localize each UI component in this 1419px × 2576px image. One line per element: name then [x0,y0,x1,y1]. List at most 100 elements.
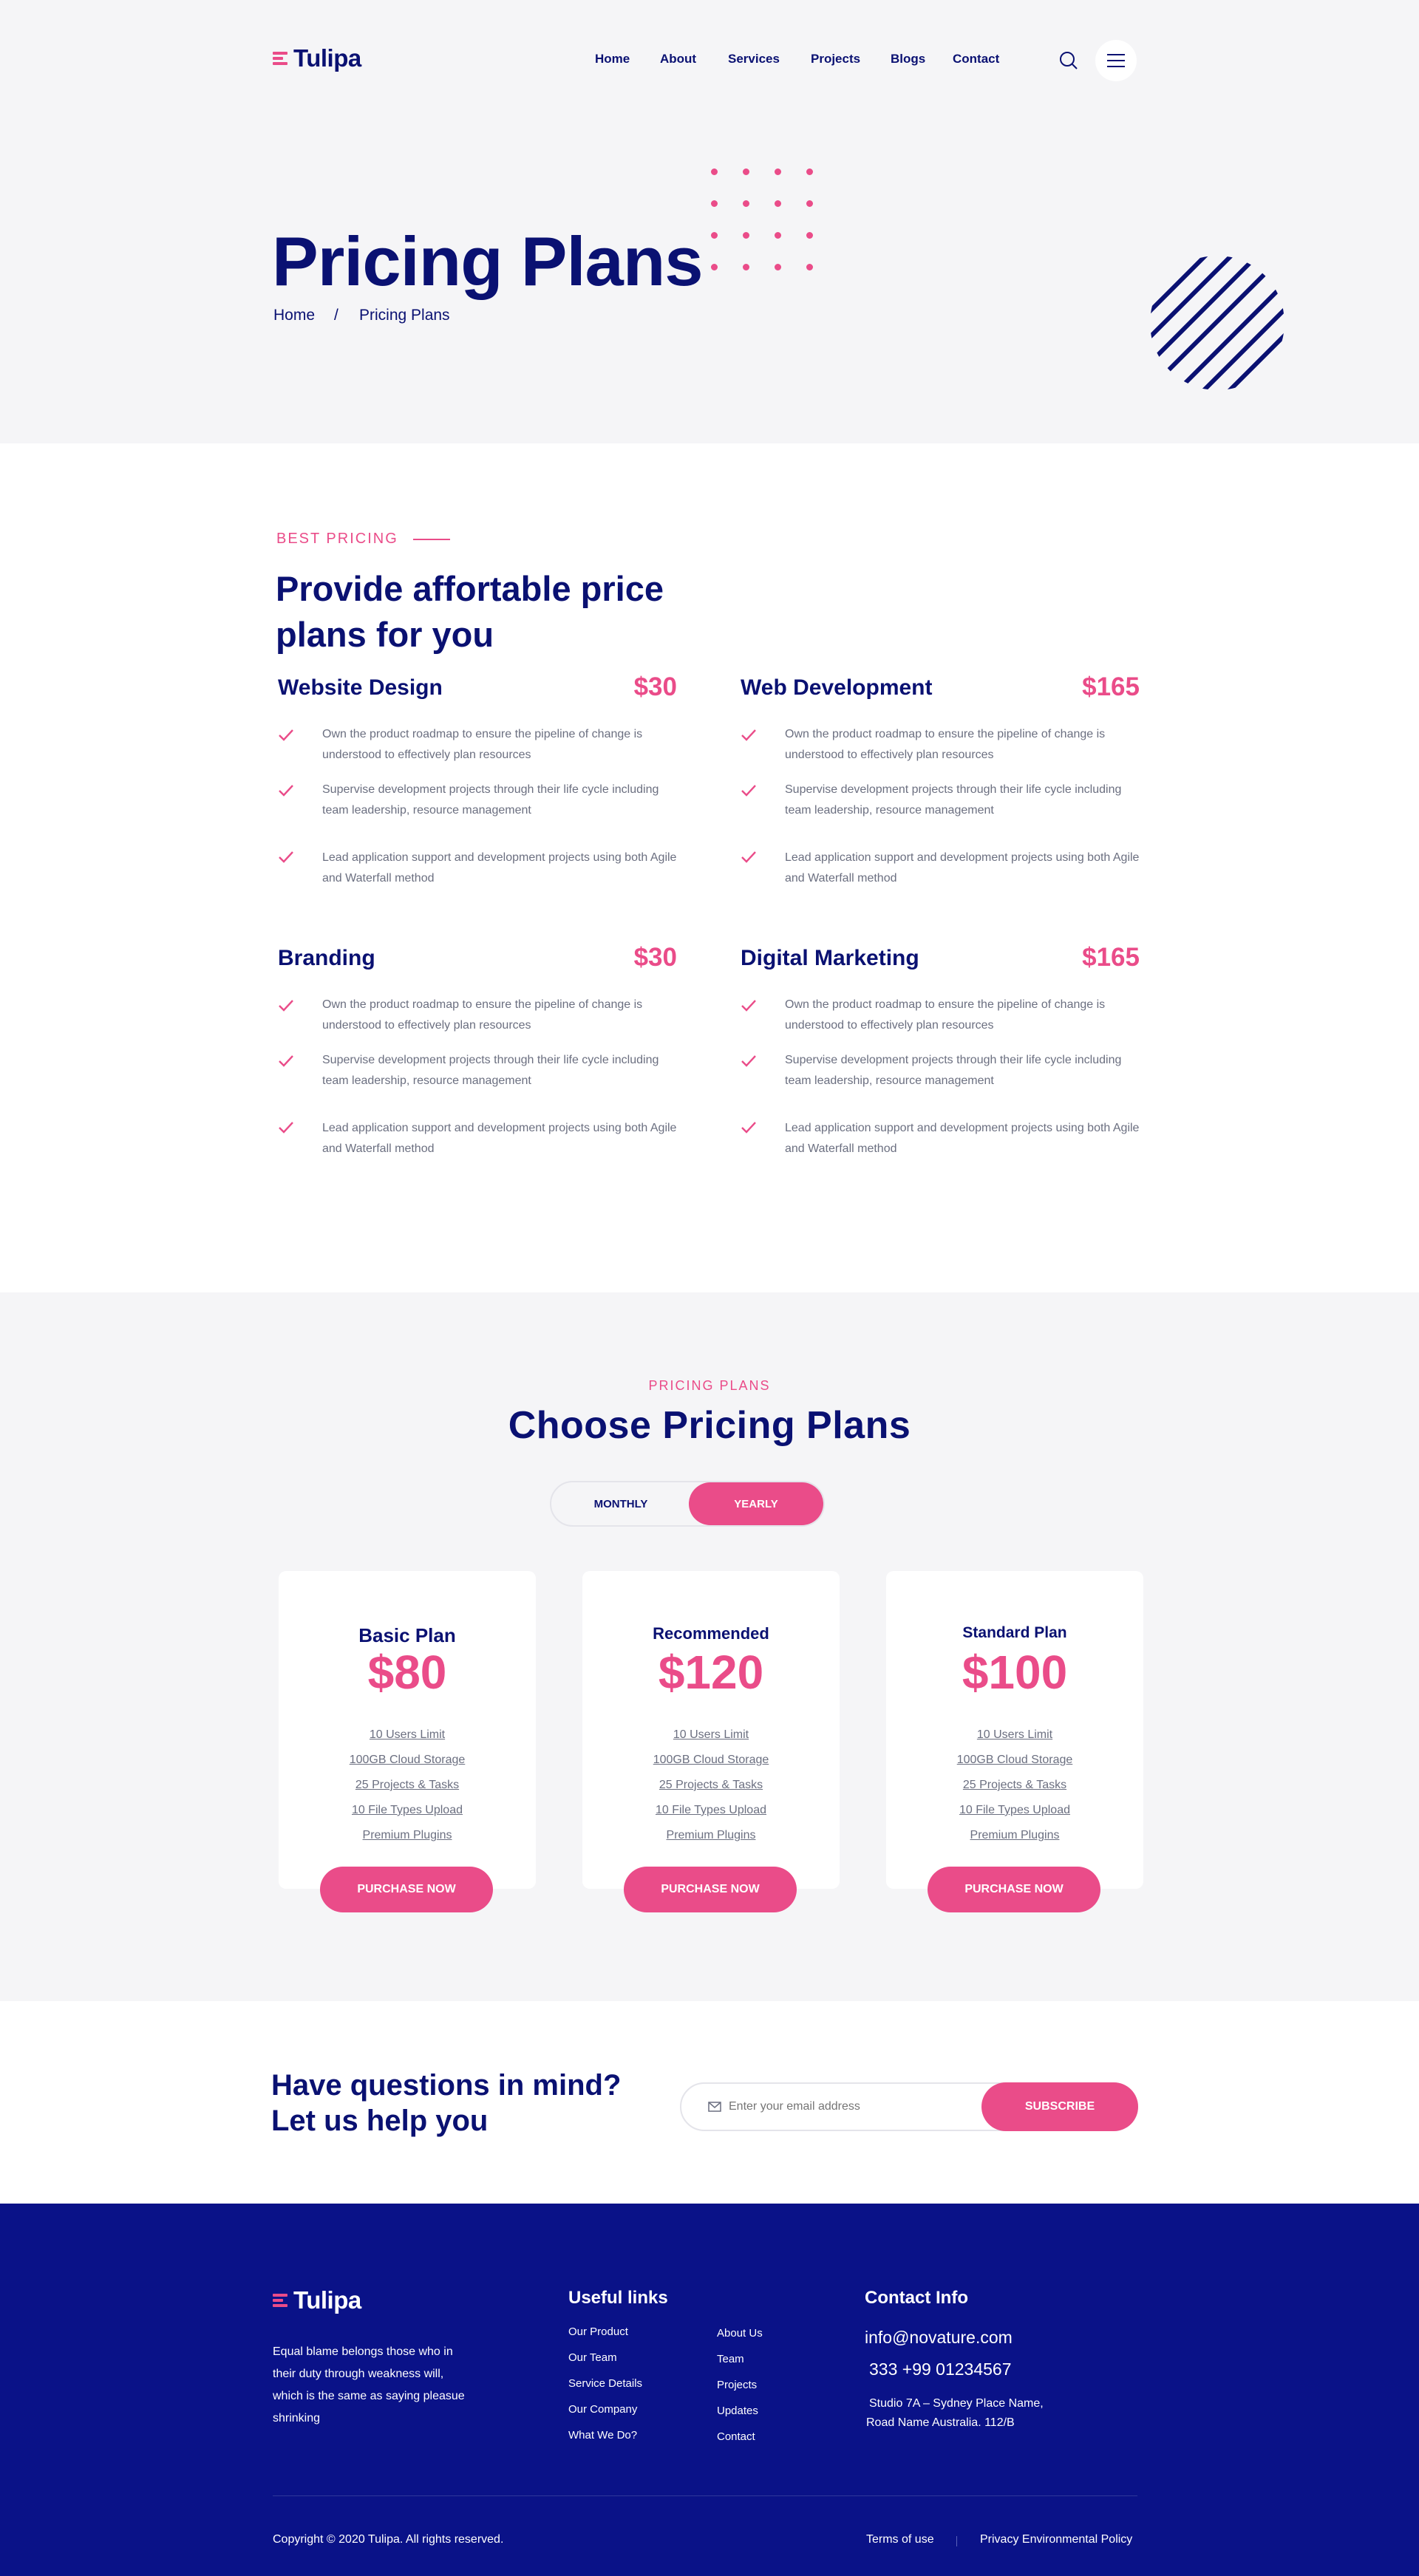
footer-link[interactable]: Contact [717,2430,763,2456]
pricing-plan-card: Recommended $120 10 Users Limit 100GB Cloud… [582,1571,840,1912]
footer-link[interactable]: Updates [717,2404,763,2430]
subscribe-button[interactable]: SUBSCRIBE [981,2082,1138,2131]
pricing-plan-card: Standard Plan $100 10 Users Limit 100GB Clo… [886,1571,1143,1912]
footer-link[interactable]: Our Product [568,2325,642,2351]
search-icon[interactable] [1058,50,1079,71]
nav-home[interactable]: Home [595,52,630,67]
plan-feature: Premium Plugins [666,1829,756,1841]
service-price: $165 [1082,943,1140,972]
striped-circle-decoration [1150,256,1284,390]
plan-feature: 10 File Types Upload [655,1804,766,1816]
plan-price: $120 [658,1646,764,1699]
footer: Tulipa Equal blame belongs those who in … [0,2204,1419,2576]
legal-divider [956,2536,957,2546]
service-price: $30 [633,943,677,972]
contact-phone[interactable]: 333 +99 01234567 [869,2359,1044,2379]
choose-plans-section: PRICING PLANS Choose Pricing Plans MONTH… [0,1292,1419,2001]
footer-about: Equal blame belongs those who in their d… [273,2345,465,2425]
purchase-now-button[interactable]: PURCHASE NOW [320,1867,493,1912]
check-icon [741,785,756,797]
decorative-dot [806,168,813,175]
footer-logo[interactable]: Tulipa [273,2286,361,2314]
service-pricing-card: Web Development $165 Own the product roadm… [741,672,1140,885]
decorative-dot [775,232,781,239]
decorative-dot [743,200,749,207]
service-feature-text: Own the product roadmap to ensure the pi… [785,998,1106,1032]
footer-link[interactable]: Our Company [568,2402,642,2428]
service-header: Web Development $165 [741,672,1140,702]
service-name: Website Design [278,675,443,700]
address-line2: Road Name Australia. 112/B [866,2416,1015,2429]
plan-feature: 10 Users Limit [673,1728,749,1741]
footer-link[interactable]: What We Do? [568,2428,642,2454]
nav-contact[interactable]: Contact [953,52,999,67]
newsletter-title-line1: Have questions in mind? [271,2069,622,2102]
terms-link[interactable]: Terms of use [866,2533,934,2546]
page-title: Pricing Plans [272,222,704,300]
plan-name: Recommended [653,1624,769,1643]
service-name: Web Development [741,675,933,700]
decorative-dot [743,168,749,175]
plan-feature: 25 Projects & Tasks [962,1779,1067,1791]
breadcrumb-home[interactable]: Home [273,307,315,324]
logo[interactable]: Tulipa [273,44,361,72]
service-pricing-card: Website Design $30 Own the product roadmap… [278,672,677,885]
nav-blogs[interactable]: Blogs [891,52,925,67]
plan-features: 10 Users Limit 100GB Cloud Storage 25 Proj… [886,1726,1143,1852]
footer-link[interactable]: Projects [717,2378,763,2404]
decorative-dot [775,200,781,207]
plan-feature: 10 Users Limit [976,1728,1053,1741]
check-icon [741,851,756,863]
toggle-yearly[interactable]: YEARLY [689,1482,823,1525]
service-feature-text: Lead application support and development… [785,851,1140,885]
choose-kicker: PRICING PLANS [648,1378,771,1393]
footer-link[interactable]: Service Details [568,2376,642,2402]
plan-features: 10 Users Limit 100GB Cloud Storage 25 Proj… [279,1726,536,1852]
nav-projects[interactable]: Projects [811,52,860,67]
menu-icon[interactable] [1095,40,1137,81]
service-feature-text: Lead application support and development… [785,1122,1140,1155]
check-icon [279,1000,293,1012]
service-feature-text: Own the product roadmap to ensure the pi… [322,998,643,1032]
footer-link[interactable]: Our Team [568,2351,642,2376]
footer-links-col2: About Us Team Projects Updates Contact [717,2326,763,2456]
decorative-dot [806,200,813,207]
copyright: Copyright © 2020 Tulipa. All rights rese… [273,2533,504,2546]
plan-feature: Premium Plugins [362,1829,452,1841]
purchase-now-button[interactable]: PURCHASE NOW [624,1867,797,1912]
plan-feature: 25 Projects & Tasks [659,1779,763,1791]
email-field[interactable] [729,2094,950,2119]
newsletter-form: SUBSCRIBE [680,2082,1138,2131]
footer-links-col1: Our Product Our Team Service Details Our Co… [568,2325,642,2454]
footer-link[interactable]: Team [717,2352,763,2378]
check-icon [279,1055,293,1067]
plan-feature: 25 Projects & Tasks [355,1779,460,1791]
privacy-link[interactable]: Privacy Environmental Policy [980,2533,1132,2546]
service-name: Branding [278,946,375,970]
nav-about[interactable]: About [660,52,696,67]
decorative-dot [775,264,781,270]
footer-link[interactable]: About Us [717,2326,763,2352]
logo-mark-icon [273,51,287,66]
decorative-dot [775,168,781,175]
service-feature-text: Lead application support and development… [322,1122,677,1155]
kicker-text: BEST PRICING [276,531,398,547]
footer-logo-text: Tulipa [293,2286,361,2314]
service-name: Digital Marketing [741,946,919,970]
toggle-monthly[interactable]: MONTHLY [551,1482,690,1525]
best-pricing-kicker: BEST PRICING [276,531,450,548]
best-pricing-title: Provide affortable price plans for you [276,569,664,654]
footer-divider [273,2495,1137,2496]
service-feature-text: Supervise development projects through t… [322,1054,659,1087]
plan-feature: 100GB Cloud Storage [653,1754,769,1766]
hero-section: Tulipa Home About Services Projects Blog… [0,0,1419,443]
choose-title: Choose Pricing Plans [508,1404,911,1447]
decorative-dot [806,264,813,270]
nav-services[interactable]: Services [728,52,780,67]
best-pricing-section: BEST PRICING Provide affortable price pl… [0,443,1419,1292]
purchase-now-button[interactable]: PURCHASE NOW [928,1867,1100,1912]
plan-name: Standard Plan [962,1624,1067,1641]
check-icon [279,785,293,797]
contact-email[interactable]: info@novature.com [865,2328,1044,2348]
plan-name: Basic Plan [358,1624,456,1646]
